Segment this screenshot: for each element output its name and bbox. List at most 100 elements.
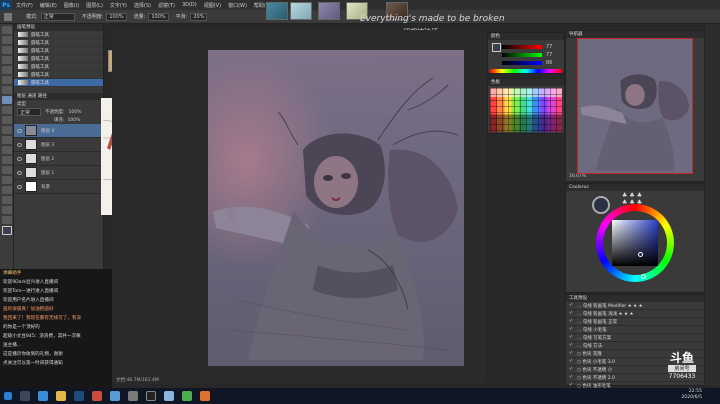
menu-edit[interactable]: 编辑(E) — [40, 2, 57, 9]
tool-preset-item[interactable]: ✓... 勾线 铅画笔 正常 — [566, 318, 704, 326]
blur-tool-icon[interactable] — [1, 146, 12, 154]
history-brush-tool-icon[interactable] — [1, 116, 12, 124]
menu-3d[interactable]: 3D(D) — [182, 2, 197, 8]
visibility-eye-icon[interactable] — [17, 128, 22, 133]
hue-marker[interactable] — [641, 274, 646, 279]
type-tool-icon[interactable] — [1, 176, 12, 184]
shape-tool-icon[interactable] — [1, 196, 12, 204]
menu-select[interactable]: 选择(S) — [134, 2, 151, 9]
brush-preset-item[interactable]: 圆笔工具 — [14, 39, 103, 47]
tool-preset-item[interactable]: ✓... 勾线 小毛笔 — [566, 326, 704, 334]
visibility-eye-icon[interactable] — [17, 156, 22, 161]
navigator-thumbnail[interactable] — [577, 38, 693, 174]
artwork-canvas[interactable] — [208, 50, 464, 366]
blue-slider[interactable] — [502, 61, 542, 65]
file-explorer-icon[interactable] — [56, 391, 66, 401]
layer-row[interactable]: 图层 2 — [14, 152, 103, 166]
eraser-tool-icon[interactable] — [1, 126, 12, 134]
layer-row-selected[interactable]: 图层 4 — [14, 124, 103, 138]
layer-filter-kind[interactable]: 类型 — [17, 101, 26, 107]
coolorus-tab[interactable]: Coolorus — [566, 184, 704, 191]
brush-preset-item[interactable]: 圆笔工具 — [14, 47, 103, 55]
menu-filter[interactable]: 滤镜(T) — [158, 2, 175, 9]
spectrum-bar[interactable] — [490, 69, 562, 73]
foreground-swatch[interactable] — [492, 43, 501, 52]
red-value[interactable]: 77 — [546, 44, 552, 50]
visibility-eye-icon[interactable] — [17, 184, 22, 189]
swatches-tab[interactable]: 色板 — [488, 79, 564, 86]
reference-thumb-3[interactable] — [318, 2, 340, 20]
obs-icon[interactable] — [146, 391, 156, 401]
smooth-input[interactable]: 20% — [190, 12, 208, 21]
app-icon[interactable] — [128, 391, 138, 401]
lasso-tool-icon[interactable] — [1, 46, 12, 54]
menu-type[interactable]: 文字(Y) — [110, 2, 127, 9]
tool-presets-tab[interactable]: 工具预设 — [566, 295, 704, 302]
visibility-eye-icon[interactable] — [17, 142, 22, 147]
quick-select-tool-icon[interactable] — [1, 56, 12, 64]
healing-tool-icon[interactable] — [1, 86, 12, 94]
flow-input[interactable]: 100% — [148, 12, 169, 21]
brush-presets-tab[interactable]: 画笔预设 — [14, 24, 103, 31]
app-icon[interactable] — [110, 391, 120, 401]
move-tool-icon[interactable] — [1, 26, 12, 34]
blend-mode-select[interactable]: 正常 — [17, 108, 41, 116]
navigator-tab[interactable]: 导航器 — [566, 31, 704, 38]
layer-row[interactable]: 图层 3 — [14, 138, 103, 152]
menu-layer[interactable]: 图层(L) — [86, 2, 103, 9]
gradient-tool-icon[interactable] — [1, 136, 12, 144]
zoom-tool-icon[interactable] — [1, 216, 12, 224]
tool-preset-item[interactable]: ✓... 勾线 写笔方案 — [566, 334, 704, 342]
brush-preset-item[interactable]: 圆笔工具 — [14, 31, 103, 39]
current-color-swatch[interactable] — [592, 196, 610, 214]
green-slider[interactable] — [502, 53, 542, 57]
brush-tool-icon[interactable] — [4, 12, 12, 21]
marquee-tool-icon[interactable] — [1, 36, 12, 44]
reference-thumb-2[interactable] — [290, 2, 312, 20]
brush-preset-item[interactable]: 圆笔工具 — [14, 55, 103, 63]
green-value[interactable]: 77 — [546, 52, 552, 58]
tool-preset-item[interactable]: ✓... 勾线 方法 — [566, 342, 704, 350]
edge-browser-icon[interactable] — [38, 391, 48, 401]
color-picker-marker[interactable] — [638, 252, 643, 257]
brush-preset-item[interactable]: 圆笔工具 — [14, 71, 103, 79]
brush-preset-item-selected[interactable]: 圆笔工具 — [14, 79, 103, 87]
reference-thumb-1[interactable] — [266, 2, 288, 20]
hand-tool-icon[interactable] — [1, 206, 12, 214]
layer-row[interactable]: 背景 — [14, 180, 103, 194]
brush-preset-item[interactable]: 圆笔工具 — [14, 63, 103, 71]
eyedropper-tool-icon[interactable] — [1, 76, 12, 84]
windows-start-icon[interactable] — [4, 392, 12, 400]
search-icon[interactable] — [20, 391, 30, 401]
red-slider[interactable] — [502, 45, 542, 49]
color-tab[interactable]: 颜色 — [488, 33, 564, 40]
menu-file[interactable]: 文件(F) — [16, 2, 33, 9]
brush-tool-icon[interactable] — [1, 96, 12, 104]
app-icon[interactable] — [92, 391, 102, 401]
app-icon[interactable] — [182, 391, 192, 401]
menu-window[interactable]: 窗口(W) — [228, 2, 247, 9]
stamp-tool-icon[interactable] — [1, 106, 12, 114]
photoshop-taskbar-icon[interactable] — [74, 391, 84, 401]
menu-image[interactable]: 图像(I) — [64, 2, 79, 9]
menu-view[interactable]: 视图(V) — [204, 2, 221, 9]
tool-preset-item[interactable]: ✓... 勾线 铅画笔 Modifier ★ ★ ★ — [566, 302, 704, 310]
tool-preset-item[interactable]: ✓... 勾线 铅画笔 浅浅 ★ ★ ★ — [566, 310, 704, 318]
saturation-value-square[interactable] — [612, 220, 658, 266]
app-icon[interactable] — [200, 391, 210, 401]
crop-tool-icon[interactable] — [1, 66, 12, 74]
layer-fill-value[interactable]: 100% — [68, 118, 81, 123]
path-select-tool-icon[interactable] — [1, 186, 12, 194]
layers-tab[interactable]: 图层 通道 路径 — [14, 93, 103, 100]
pen-tool-icon[interactable] — [1, 166, 12, 174]
mode-select[interactable]: 正常 — [40, 12, 75, 21]
dodge-tool-icon[interactable] — [1, 156, 12, 164]
foreground-color-swatch[interactable] — [1, 226, 12, 235]
blue-value[interactable]: 86 — [546, 60, 552, 66]
app-icon[interactable] — [164, 391, 174, 401]
layer-opacity-value[interactable]: 100% — [69, 110, 82, 115]
opacity-input[interactable]: 100% — [106, 12, 127, 21]
layer-row[interactable]: 图层 1 — [14, 166, 103, 180]
system-clock[interactable]: 22:55 2020/6/5 — [681, 389, 702, 401]
visibility-eye-icon[interactable] — [17, 170, 22, 175]
